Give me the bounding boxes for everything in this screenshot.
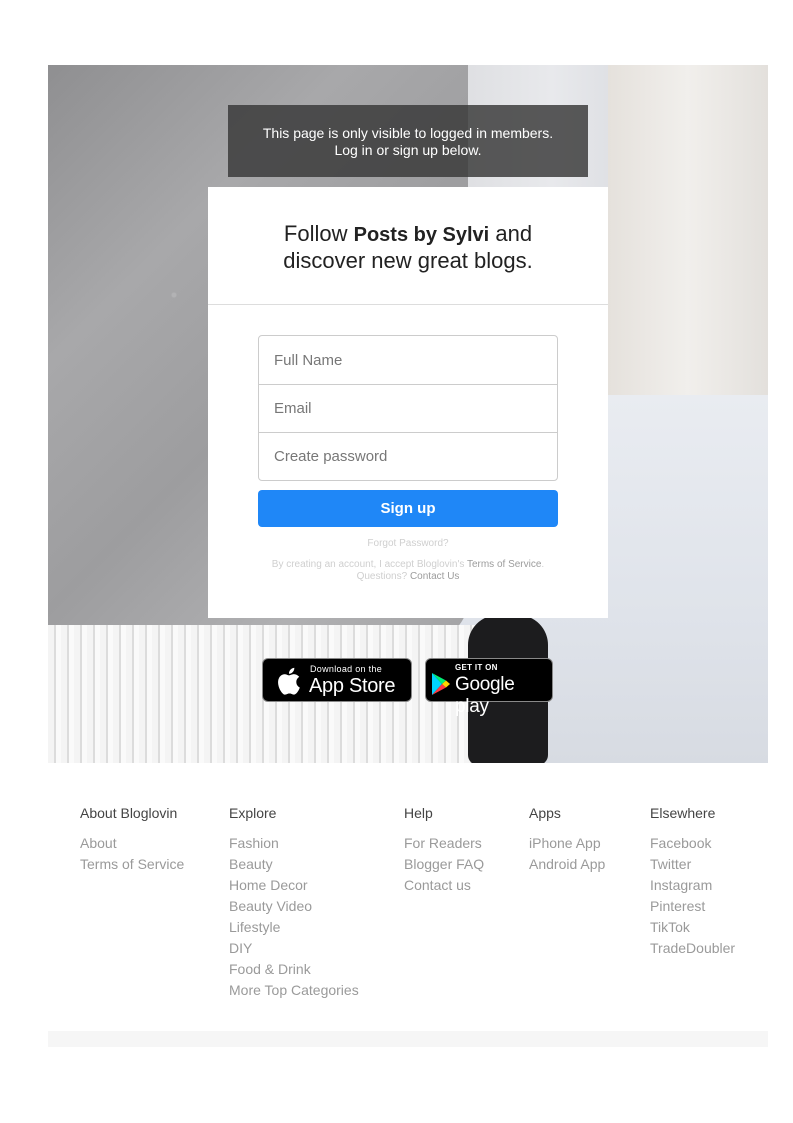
footer-link[interactable]: More Top Categories <box>229 980 359 1001</box>
signup-card: Follow Posts by Sylvi and discover new g… <box>208 187 608 618</box>
footer-link[interactable]: Pinterest <box>650 896 735 917</box>
members-only-notice: This page is only visible to logged in m… <box>228 105 588 177</box>
heading-line-2: discover new great blogs. <box>283 248 533 273</box>
footer-link[interactable]: About <box>80 833 184 854</box>
footer-link[interactable]: Fashion <box>229 833 359 854</box>
google-play-badge[interactable]: GET IT ON Google play <box>425 658 553 717</box>
footer-link[interactable]: DIY <box>229 938 359 959</box>
footer-col-title: Explore <box>229 805 277 821</box>
footer-link[interactable]: TikTok <box>650 917 735 938</box>
footer-col-about: About Bloglovin About Terms of Service <box>80 805 184 875</box>
footer-link[interactable]: iPhone App <box>529 833 605 854</box>
footer-link[interactable]: Beauty Video <box>229 896 359 917</box>
footer-bottom-bar <box>48 1031 768 1047</box>
forgot-password-link[interactable]: Forgot Password? <box>208 538 608 549</box>
signup-heading: Follow Posts by Sylvi and discover new g… <box>208 187 608 274</box>
footer-link[interactable]: Blogger FAQ <box>404 854 484 875</box>
apple-icon <box>278 667 300 695</box>
footer-link[interactable]: TradeDoubler <box>650 938 735 959</box>
notice-line-1: This page is only visible to logged in m… <box>262 125 554 141</box>
footer-col-title: Help <box>404 805 433 821</box>
legal-prefix: By creating an account, I accept Bloglov… <box>271 559 467 570</box>
footer-link[interactable]: Lifestyle <box>229 917 359 938</box>
app-store-small-text: Download on the <box>310 664 383 674</box>
footer-col-title: Elsewhere <box>650 805 716 821</box>
google-play-icon <box>432 673 450 695</box>
blog-name: Posts by Sylvi <box>353 224 490 246</box>
heading-mid: and <box>489 221 533 246</box>
footer-link[interactable]: Contact us <box>404 875 484 896</box>
footer-link[interactable]: Android App <box>529 854 605 875</box>
google-play-small-text: GET IT ON <box>455 663 498 672</box>
footer-col-help: Help For Readers Blogger FAQ Contact us <box>404 805 484 896</box>
hero-building <box>608 65 768 405</box>
google-play-big-text: Google play <box>455 674 515 717</box>
footer-link[interactable]: Facebook <box>650 833 735 854</box>
footer-col-title: Apps <box>529 805 561 821</box>
footer-col-title: About Bloglovin <box>80 805 178 821</box>
email-input[interactable] <box>259 384 557 432</box>
signup-button[interactable]: Sign up <box>258 490 558 527</box>
footer-link[interactable]: Instagram <box>650 875 735 896</box>
footer-col-apps: Apps iPhone App Android App <box>529 805 605 875</box>
app-store-big-text: App Store <box>309 675 396 697</box>
legal-text: By creating an account, I accept Bloglov… <box>268 559 548 583</box>
app-store-badge[interactable]: Download on the App Store <box>262 658 412 702</box>
signup-fields <box>258 335 558 481</box>
notice-line-2: Log in or sign up below. <box>334 142 482 158</box>
card-divider <box>208 304 608 305</box>
footer-link[interactable]: For Readers <box>404 833 484 854</box>
heading-prefix: Follow <box>283 221 354 246</box>
footer-link[interactable]: Terms of Service <box>80 854 184 875</box>
footer-link[interactable]: Twitter <box>650 854 735 875</box>
terms-link[interactable]: Terms of Service <box>467 559 541 570</box>
contact-us-link[interactable]: Contact Us <box>410 571 459 582</box>
footer-link[interactable]: Home Decor <box>229 875 359 896</box>
full-name-input[interactable] <box>259 336 557 384</box>
footer-col-explore: Explore Fashion Beauty Home Decor Beauty… <box>229 805 359 1001</box>
footer-link[interactable]: Beauty <box>229 854 359 875</box>
footer-col-elsewhere: Elsewhere Facebook Twitter Instagram Pin… <box>650 805 735 959</box>
footer-link[interactable]: Food & Drink <box>229 959 359 980</box>
password-input[interactable] <box>259 432 557 480</box>
